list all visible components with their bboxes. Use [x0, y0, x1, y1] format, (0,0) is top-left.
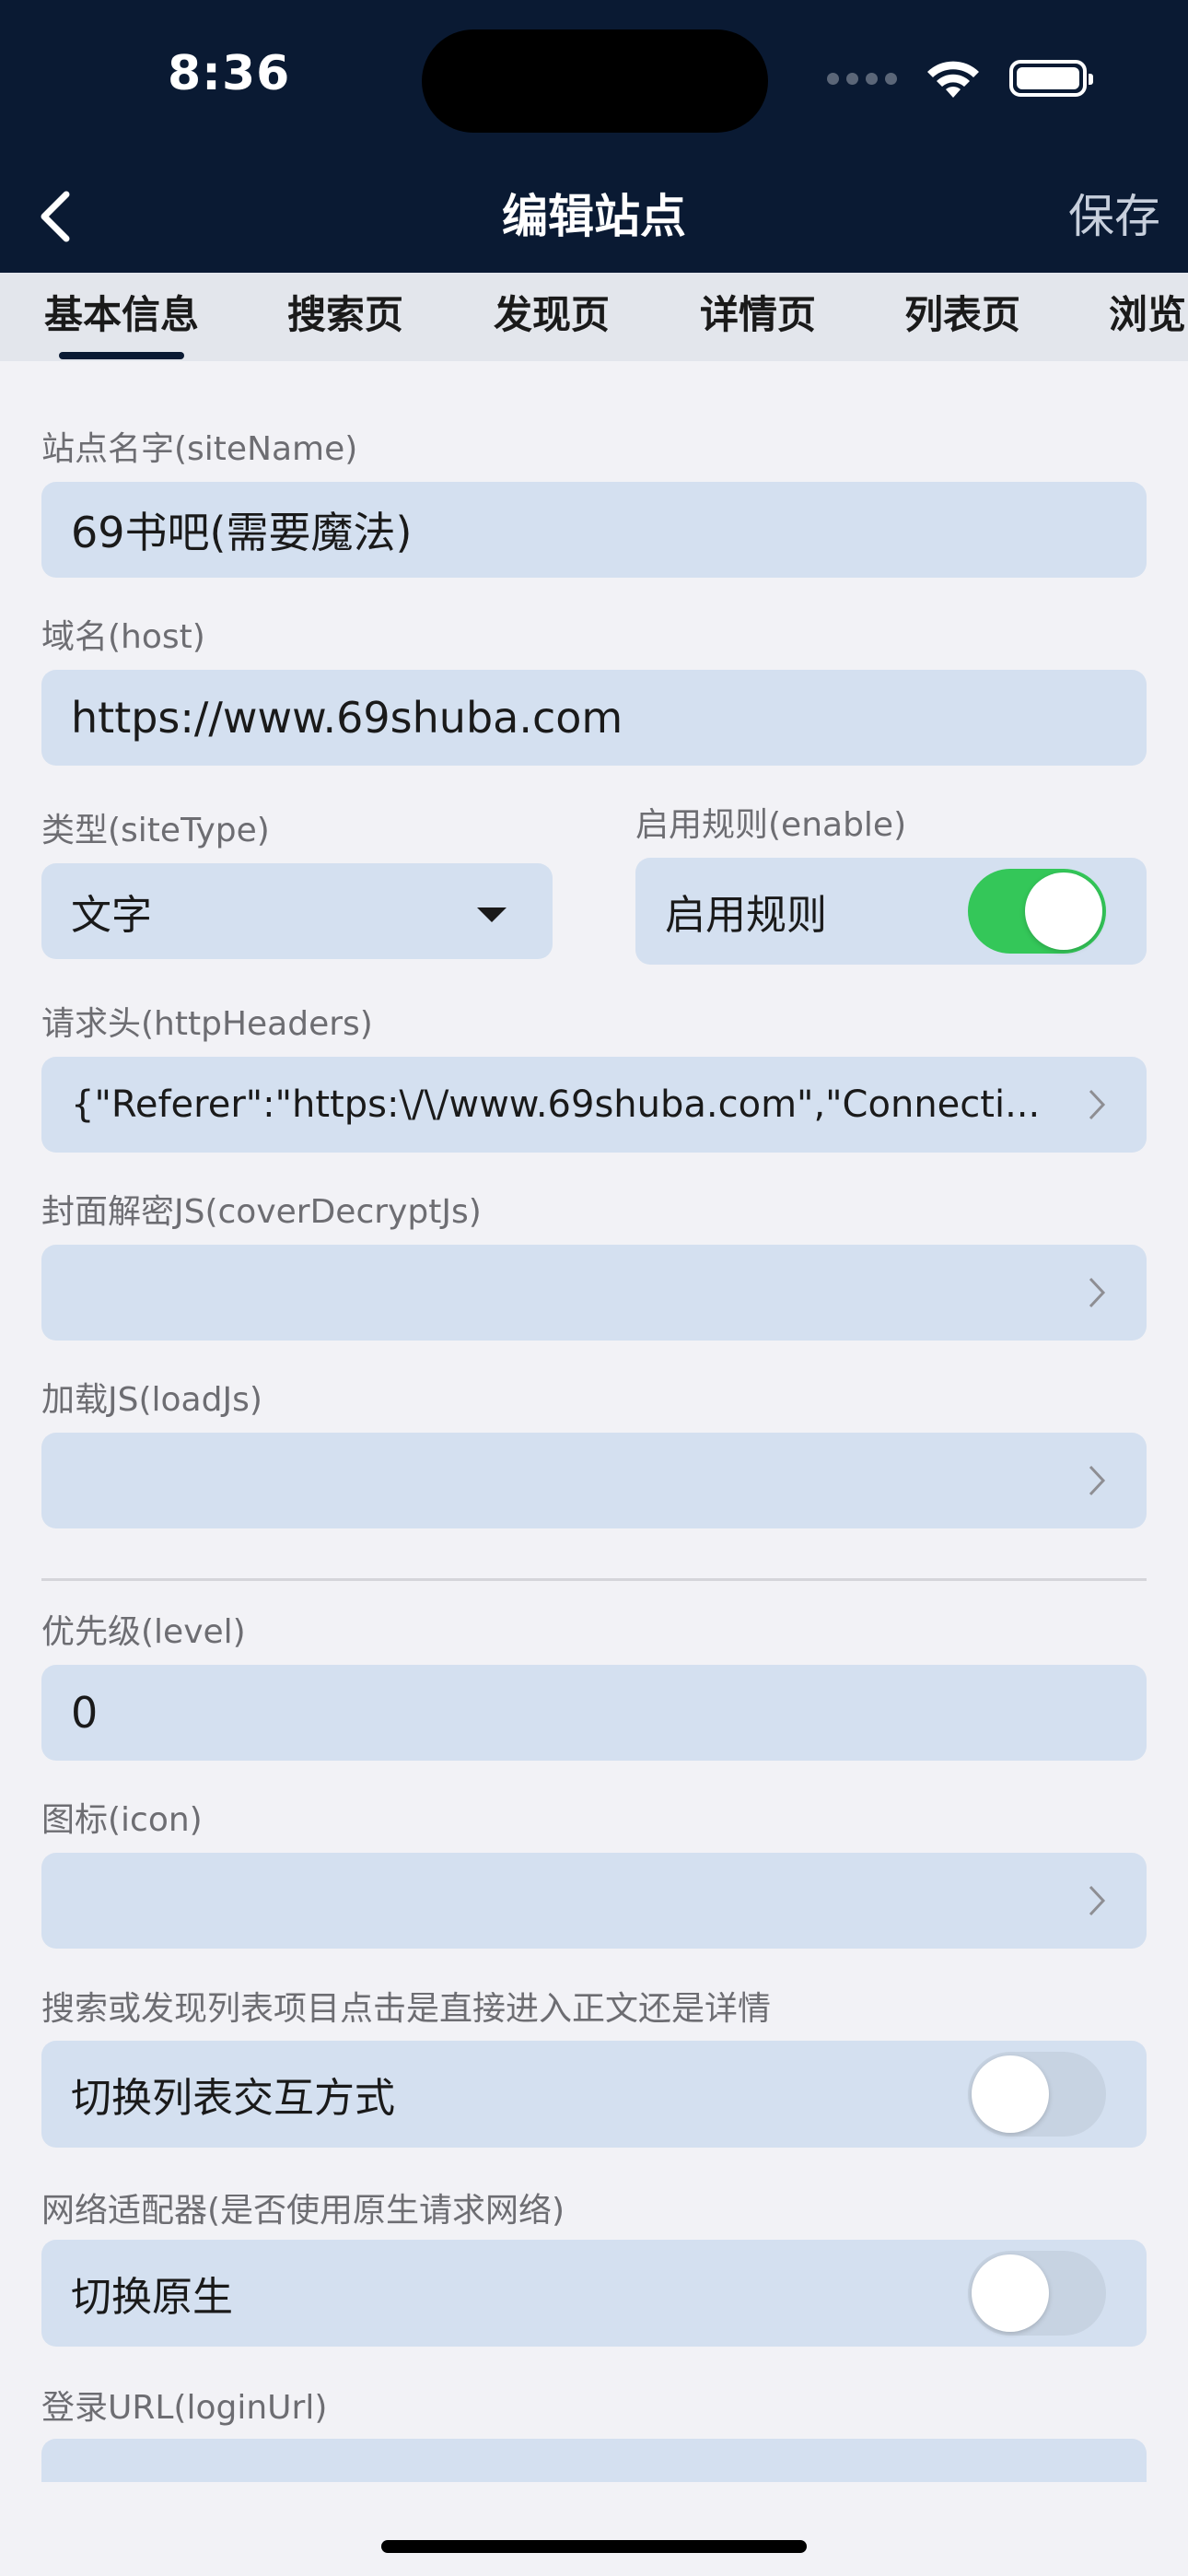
icon-field[interactable]: [41, 1853, 1147, 1949]
status-time: 8:36: [168, 46, 291, 101]
tab-discover[interactable]: 发现页: [494, 273, 610, 361]
home-indicator: [381, 2540, 807, 2553]
chevron-right-icon: [1089, 1885, 1106, 1916]
icon-label: 图标(icon): [41, 1801, 203, 1839]
tab-browse[interactable]: 浏览: [1109, 273, 1186, 361]
cellular-signal-icon: [827, 72, 897, 85]
host-value: https://www.69shuba.com: [71, 693, 623, 743]
site-name-input[interactable]: 69书吧(需要魔法): [41, 482, 1147, 578]
tab-search[interactable]: 搜索页: [287, 273, 403, 361]
enable-toggle-label: 启用规则: [665, 892, 827, 939]
save-button[interactable]: 保存: [1068, 184, 1160, 249]
http-headers-label: 请求头(httpHeaders): [41, 1005, 373, 1043]
host-label: 域名(host): [41, 618, 205, 656]
network-adapter-toggle[interactable]: [968, 2251, 1106, 2336]
status-icons: [827, 57, 1093, 100]
network-adapter-row: 切换原生: [41, 2240, 1147, 2347]
dynamic-island: [422, 29, 768, 133]
level-input[interactable]: 0: [41, 1665, 1147, 1761]
network-adapter-toggle-label: 切换原生: [71, 2274, 233, 2321]
list-interaction-row: 切换列表交互方式: [41, 2041, 1147, 2148]
wifi-icon: [927, 61, 979, 98]
site-name-value: 69书吧(需要魔法): [71, 508, 413, 557]
site-name-label: 站点名字(siteName): [41, 430, 358, 468]
active-tab-indicator: [59, 352, 184, 359]
enable-label: 启用规则(enable): [635, 806, 907, 844]
toggle-knob: [972, 2055, 1049, 2133]
tab-bar: 基本信息 搜索页 发现页 详情页 列表页 浏览: [0, 273, 1188, 361]
dropdown-arrow-icon: [477, 907, 507, 922]
list-interaction-toggle[interactable]: [968, 2052, 1106, 2137]
cover-decrypt-js-label: 封面解密JS(coverDecryptJs): [41, 1193, 482, 1231]
site-type-select[interactable]: 文字: [41, 863, 553, 959]
list-interaction-label: 搜索或发现列表项目点击是直接进入正文还是详情: [41, 1990, 772, 2028]
tab-detail[interactable]: 详情页: [700, 273, 816, 361]
list-interaction-toggle-label: 切换列表交互方式: [71, 2075, 395, 2122]
login-url-label: 登录URL(loginUrl): [41, 2389, 328, 2427]
cover-decrypt-js-field[interactable]: [41, 1245, 1147, 1341]
host-input[interactable]: https://www.69shuba.com: [41, 670, 1147, 766]
tab-list[interactable]: 列表页: [904, 273, 1020, 361]
chevron-right-icon: [1089, 1465, 1106, 1496]
site-type-label: 类型(siteType): [41, 812, 270, 849]
page-title: 编辑站点: [502, 190, 686, 243]
toggle-knob: [972, 2254, 1049, 2332]
tab-basic-info[interactable]: 基本信息: [44, 273, 199, 361]
login-url-field[interactable]: [41, 2439, 1147, 2482]
toggle-knob: [1025, 872, 1102, 950]
enable-row: 启用规则: [635, 858, 1147, 965]
http-headers-field[interactable]: {"Referer":"https:\/\/www.69shuba.com","…: [41, 1057, 1147, 1153]
level-value: 0: [71, 1688, 99, 1738]
level-label: 优先级(level): [41, 1613, 246, 1651]
header: 8:36 编辑站点 保存: [0, 0, 1188, 273]
enable-toggle[interactable]: [968, 869, 1106, 954]
load-js-field[interactable]: [41, 1433, 1147, 1528]
http-headers-value: {"Referer":"https:\/\/www.69shuba.com","…: [71, 1083, 1041, 1126]
site-type-value: 文字: [71, 892, 152, 939]
battery-icon: [1009, 60, 1093, 97]
chevron-right-icon: [1089, 1277, 1106, 1308]
chevron-right-icon: [1089, 1089, 1106, 1120]
section-divider: [41, 1578, 1147, 1581]
network-adapter-label: 网络适配器(是否使用原生请求网络): [41, 2192, 565, 2230]
load-js-label: 加载JS(loadJs): [41, 1381, 262, 1419]
